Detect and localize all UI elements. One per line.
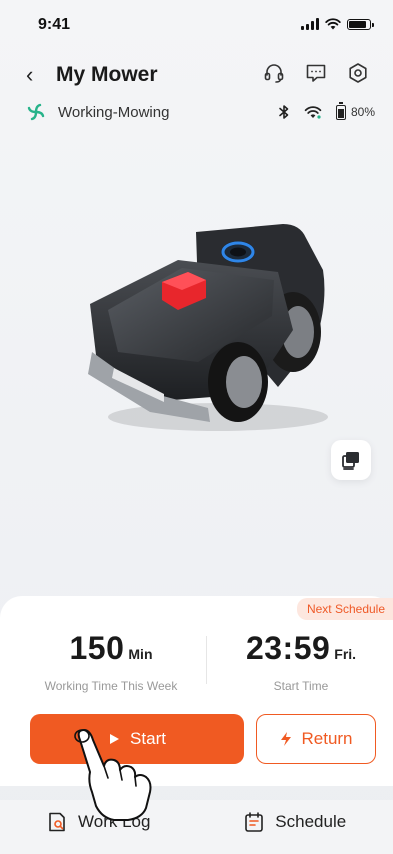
status-bar: 9:41: [0, 0, 393, 44]
start-time-value: 23:59: [245, 630, 331, 666]
battery-icon: [347, 18, 374, 30]
battery-status: 80%: [335, 101, 375, 120]
status-time: 9:41: [38, 16, 71, 33]
working-time-label: Working Time This Week: [44, 679, 178, 693]
battery-percent: 80%: [350, 105, 375, 119]
connection-indicators: 80%: [278, 101, 375, 120]
app-header: ‹ My Mower: [0, 56, 393, 96]
stat-divider: [206, 636, 207, 684]
status-icons: [301, 18, 374, 30]
start-time-label: Start Time: [273, 679, 329, 693]
tab-work-log-label: Work Log: [78, 812, 151, 831]
support-headset-icon[interactable]: [261, 60, 287, 86]
working-time-stat: 150 Min Working Time This Week: [26, 630, 196, 693]
mower-image: [88, 224, 328, 431]
mower-home-screen: 9:41 ‹ My Mower Working-Mowing 80% Next …: [0, 0, 393, 854]
tab-schedule-label: Schedule: [275, 812, 347, 831]
start-time-stat: 23:59 Fri. Start Time: [216, 630, 386, 693]
next-schedule-badge: Next Schedule: [296, 598, 393, 620]
start-button[interactable]: Start: [30, 714, 244, 764]
map-view-button[interactable]: [331, 440, 371, 480]
return-button[interactable]: Return: [256, 714, 376, 764]
map-icon: [342, 452, 359, 470]
device-state-text: Working-Mowing: [58, 103, 170, 121]
page-title: My Mower: [56, 63, 158, 86]
battery-level-icon: [335, 101, 346, 120]
mowing-status-icon: [27, 103, 45, 121]
mower-control-card: Next Schedule 150 Min Working Time This W…: [0, 596, 393, 786]
wifi-signal-icon: [304, 106, 322, 119]
cellular-signal-icon: [301, 18, 319, 30]
device-status-row: Working-Mowing 80%: [26, 100, 375, 124]
working-time-unit: Min: [128, 646, 153, 662]
working-time-value: 150: [69, 630, 125, 666]
wifi-icon: [325, 18, 341, 30]
message-icon[interactable]: [303, 60, 329, 86]
return-button-label: Return: [301, 729, 353, 748]
schedule-icon: [245, 812, 264, 832]
lightning-icon: [281, 732, 292, 746]
settings-icon[interactable]: [345, 60, 371, 86]
start-time-day: Fri.: [334, 646, 357, 662]
bottom-tab-bar: Work Log Schedule: [0, 800, 393, 854]
bluetooth-icon: [279, 105, 289, 119]
tab-work-log[interactable]: Work Log: [0, 800, 197, 854]
back-button[interactable]: ‹: [26, 62, 33, 88]
play-icon: [110, 734, 120, 744]
header-actions: [261, 60, 371, 86]
tab-schedule[interactable]: Schedule: [197, 800, 393, 854]
work-log-icon: [49, 812, 65, 832]
start-button-label: Start: [130, 729, 166, 748]
